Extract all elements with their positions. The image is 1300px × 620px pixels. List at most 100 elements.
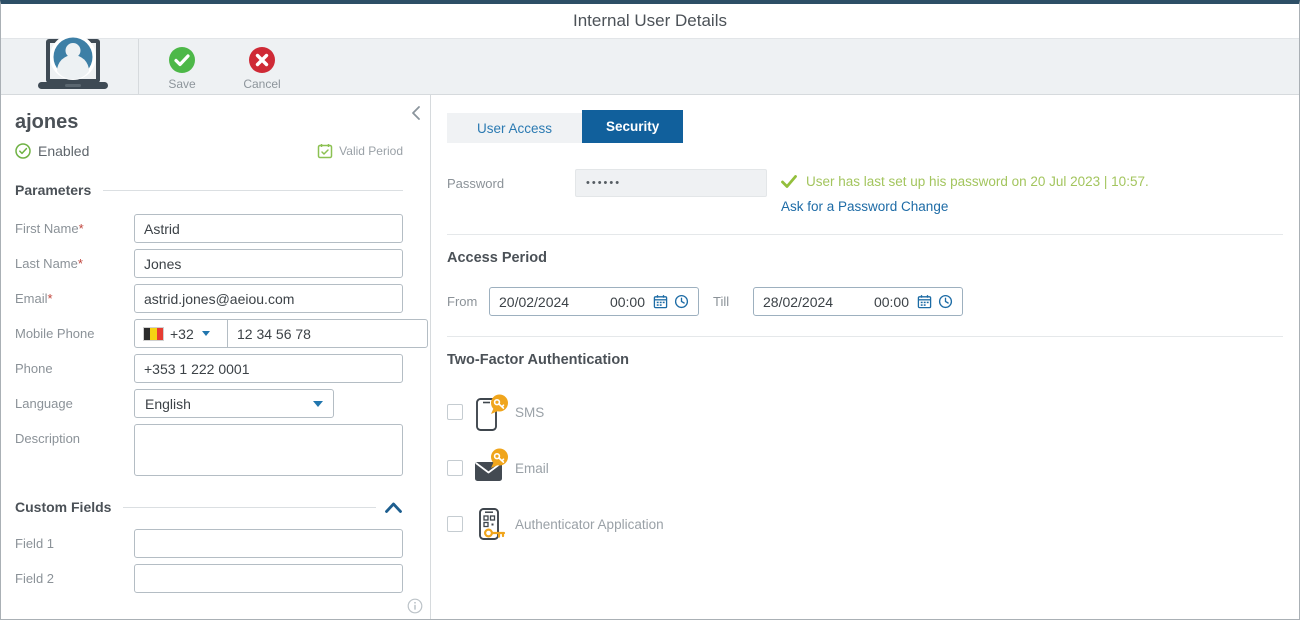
tab-security[interactable]: Security: [582, 110, 683, 143]
language-label: Language: [15, 389, 134, 418]
tfa-sms-row: SMS: [447, 392, 1283, 432]
custom-fields-title: Custom Fields: [15, 499, 111, 515]
sms-checkbox[interactable]: [447, 404, 463, 420]
description-row: Description: [15, 424, 403, 476]
language-value: English: [145, 396, 191, 412]
phone-key-icon: [469, 392, 515, 432]
calendar-icon[interactable]: [653, 294, 668, 309]
valid-period-icon: [317, 143, 333, 159]
language-row: Language English: [15, 389, 403, 418]
divider: [447, 234, 1283, 235]
till-date-value: 28/02/2024: [763, 294, 868, 310]
cancel-button[interactable]: Cancel: [239, 39, 285, 94]
mobile-phone-row: Mobile Phone +32: [15, 319, 403, 348]
password-row: Password •••••• User has last set up his…: [447, 169, 1283, 214]
phone-field[interactable]: [134, 354, 403, 383]
from-date-value: 20/02/2024: [499, 294, 604, 310]
info-icon[interactable]: [407, 598, 423, 614]
cancel-icon: [248, 46, 276, 74]
custom-field-1-row: Field 1: [15, 529, 403, 558]
qr-phone-key-icon: [469, 504, 515, 544]
divider: [447, 336, 1283, 337]
last-name-label: Last Name*: [15, 249, 134, 278]
from-label: From: [447, 294, 489, 309]
collapse-panel-icon[interactable]: [409, 105, 423, 121]
user-details-panel: ajones Enabled: [1, 95, 431, 619]
title-bar: Internal User Details: [1, 4, 1299, 38]
till-time-value: 00:00: [874, 294, 909, 310]
calendar-icon[interactable]: [917, 294, 932, 309]
email-label: Email*: [15, 284, 134, 313]
save-button[interactable]: Save: [159, 39, 205, 94]
mobile-phone-field[interactable]: [228, 320, 427, 347]
custom-field-2-input[interactable]: [134, 564, 403, 593]
email-field[interactable]: [134, 284, 403, 313]
authenticator-checkbox[interactable]: [447, 516, 463, 532]
email-checkbox[interactable]: [447, 460, 463, 476]
page-title: Internal User Details: [573, 11, 727, 31]
custom-field-1-label: Field 1: [15, 529, 134, 558]
password-masked-value: ••••••: [586, 177, 621, 189]
from-time-value: 00:00: [610, 294, 645, 310]
access-period-row: From 20/02/2024 00:00: [447, 287, 1283, 316]
password-label: Password: [447, 169, 575, 214]
password-status-message: User has last set up his password on 20 …: [806, 174, 1149, 189]
email-row: Email*: [15, 284, 403, 313]
valid-period-button[interactable]: Valid Period: [317, 143, 403, 159]
parameters-section-header: Parameters: [15, 182, 403, 198]
country-code-value: +32: [170, 326, 194, 342]
check-icon: [781, 175, 797, 188]
mobile-phone-combo: +32: [134, 319, 428, 348]
custom-field-1-input[interactable]: [134, 529, 403, 558]
clock-icon[interactable]: [938, 294, 953, 309]
till-date-field[interactable]: 28/02/2024 00:00: [753, 287, 963, 316]
tab-user-access[interactable]: User Access: [447, 113, 582, 143]
country-code-select[interactable]: +32: [135, 320, 228, 347]
cancel-button-label: Cancel: [243, 77, 280, 91]
toolbar: Save Cancel: [1, 38, 1299, 95]
envelope-key-icon: [469, 448, 515, 488]
toolbar-divider: [138, 39, 139, 94]
clock-icon[interactable]: [674, 294, 689, 309]
tfa-authenticator-label: Authenticator Application: [515, 517, 664, 532]
save-icon: [168, 46, 196, 74]
tfa-email-row: Email: [447, 448, 1283, 488]
custom-field-2-row: Field 2: [15, 564, 403, 593]
access-period-title: Access Period: [447, 250, 1283, 266]
till-label: Till: [713, 294, 753, 309]
internal-user-avatar-icon: [29, 31, 117, 94]
chevron-down-icon: [202, 331, 210, 336]
enabled-status-icon: [15, 143, 31, 159]
belgium-flag-icon: [143, 327, 164, 341]
divider: [123, 507, 376, 508]
description-label: Description: [15, 424, 134, 476]
first-name-label: First Name*: [15, 214, 134, 243]
password-field: ••••••: [575, 169, 767, 197]
save-button-label: Save: [168, 77, 195, 91]
collapse-section-icon[interactable]: [384, 501, 403, 514]
tfa-authenticator-row: Authenticator Application: [447, 504, 1283, 544]
first-name-row: First Name*: [15, 214, 403, 243]
mobile-phone-label: Mobile Phone: [15, 319, 134, 348]
status-badge: Enabled: [38, 143, 89, 159]
from-date-field[interactable]: 20/02/2024 00:00: [489, 287, 699, 316]
tab-bar: User Access Security: [447, 110, 1283, 143]
custom-field-2-label: Field 2: [15, 564, 134, 593]
phone-row: Phone: [15, 354, 403, 383]
chevron-down-icon: [313, 401, 323, 407]
security-panel: User Access Security Password ••••••: [431, 95, 1299, 619]
last-name-row: Last Name*: [15, 249, 403, 278]
internal-user-details-window: Internal User Details: [0, 0, 1300, 620]
ask-password-change-link[interactable]: Ask for a Password Change: [781, 199, 1149, 214]
username-heading: ajones: [15, 111, 403, 134]
parameters-title: Parameters: [15, 182, 91, 198]
custom-fields-section-header: Custom Fields: [15, 499, 403, 515]
two-factor-title: Two-Factor Authentication: [447, 352, 1283, 368]
description-field[interactable]: [134, 424, 403, 476]
first-name-field[interactable]: [134, 214, 403, 243]
valid-period-label: Valid Period: [339, 144, 403, 158]
language-select[interactable]: English: [134, 389, 334, 418]
tfa-email-label: Email: [515, 461, 549, 476]
divider: [103, 190, 403, 191]
last-name-field[interactable]: [134, 249, 403, 278]
